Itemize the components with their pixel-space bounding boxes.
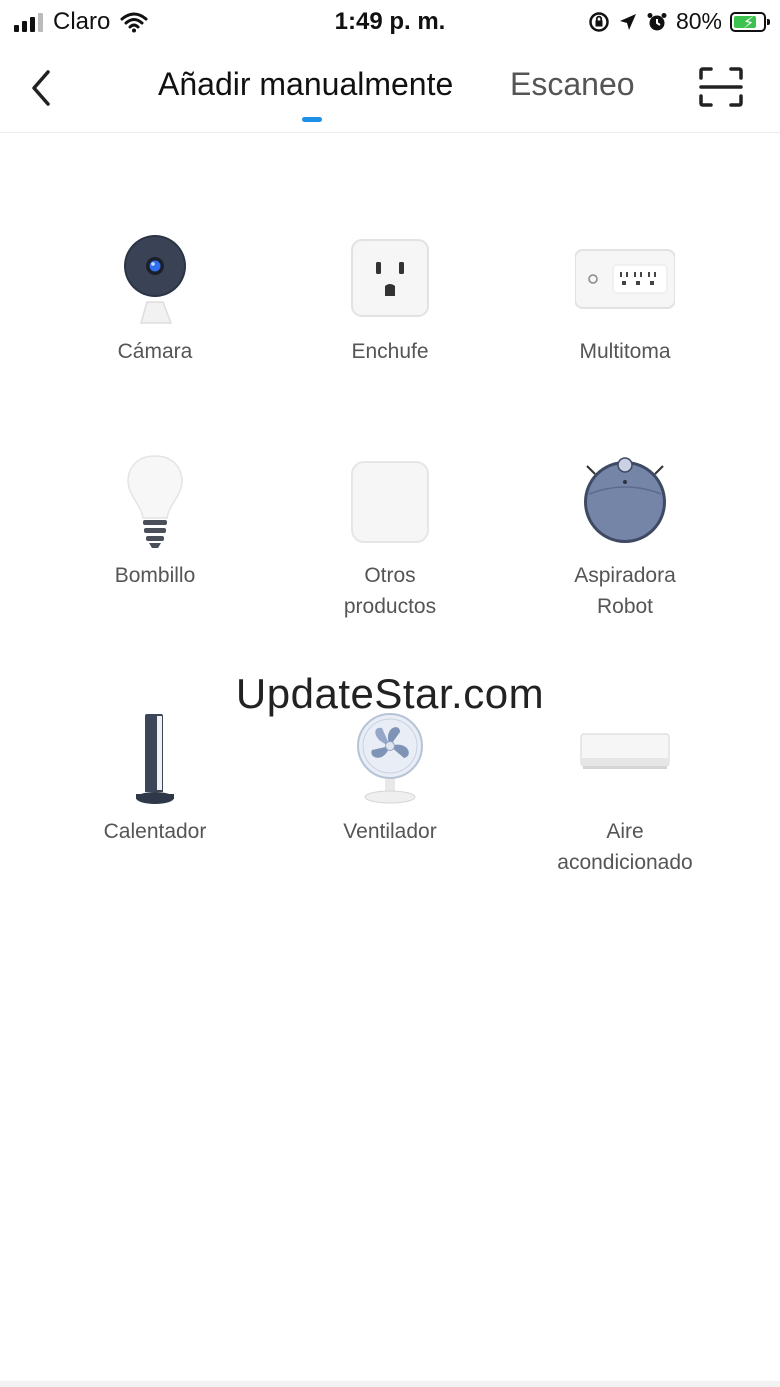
device-heater[interactable]: Calentador — [55, 710, 255, 847]
back-button[interactable] — [24, 66, 64, 110]
watermark: UpdateStar.com — [235, 670, 545, 717]
active-tab-indicator — [302, 117, 322, 122]
bulb-icon — [105, 454, 205, 554]
device-air-conditioner[interactable]: Aire acondicionado — [525, 710, 725, 878]
tab-scan[interactable]: Escaneo — [510, 66, 636, 103]
heater-icon — [105, 710, 205, 810]
status-bar: Claro 1:49 p. m. 80% ⚡ — [0, 0, 780, 46]
battery-percent: 80% — [675, 8, 722, 34]
rotation-lock-icon — [589, 11, 609, 32]
battery-icon: ⚡ — [730, 11, 770, 32]
alarm-icon — [647, 12, 667, 30]
bottom-divider — [0, 1381, 780, 1387]
header: Añadir manualmente Escaneo — [0, 46, 780, 133]
plug-icon — [340, 230, 440, 330]
scan-frame-icon — [699, 67, 743, 107]
device-power-strip[interactable]: Multitoma — [525, 230, 725, 367]
chevron-left-icon — [32, 70, 50, 106]
location-arrow-icon — [619, 13, 636, 30]
tab-add-manually[interactable]: Añadir manualmente — [158, 66, 453, 103]
device-bulb[interactable]: Bombillo — [55, 454, 255, 591]
camera-icon — [105, 230, 205, 330]
device-other-products[interactable]: Otros productos — [290, 454, 490, 622]
fan-icon — [340, 710, 440, 810]
robot-vacuum-icon — [575, 454, 675, 554]
device-fan[interactable]: Ventilador — [290, 710, 490, 847]
device-camera[interactable]: Cámara — [55, 230, 255, 367]
power-strip-icon — [574, 230, 676, 330]
other-products-icon — [340, 454, 440, 554]
device-robot-vacuum[interactable]: Aspiradora Robot — [525, 454, 725, 622]
scan-button[interactable] — [698, 66, 744, 108]
device-plug[interactable]: Enchufe — [290, 230, 490, 367]
air-conditioner-icon — [575, 710, 675, 810]
